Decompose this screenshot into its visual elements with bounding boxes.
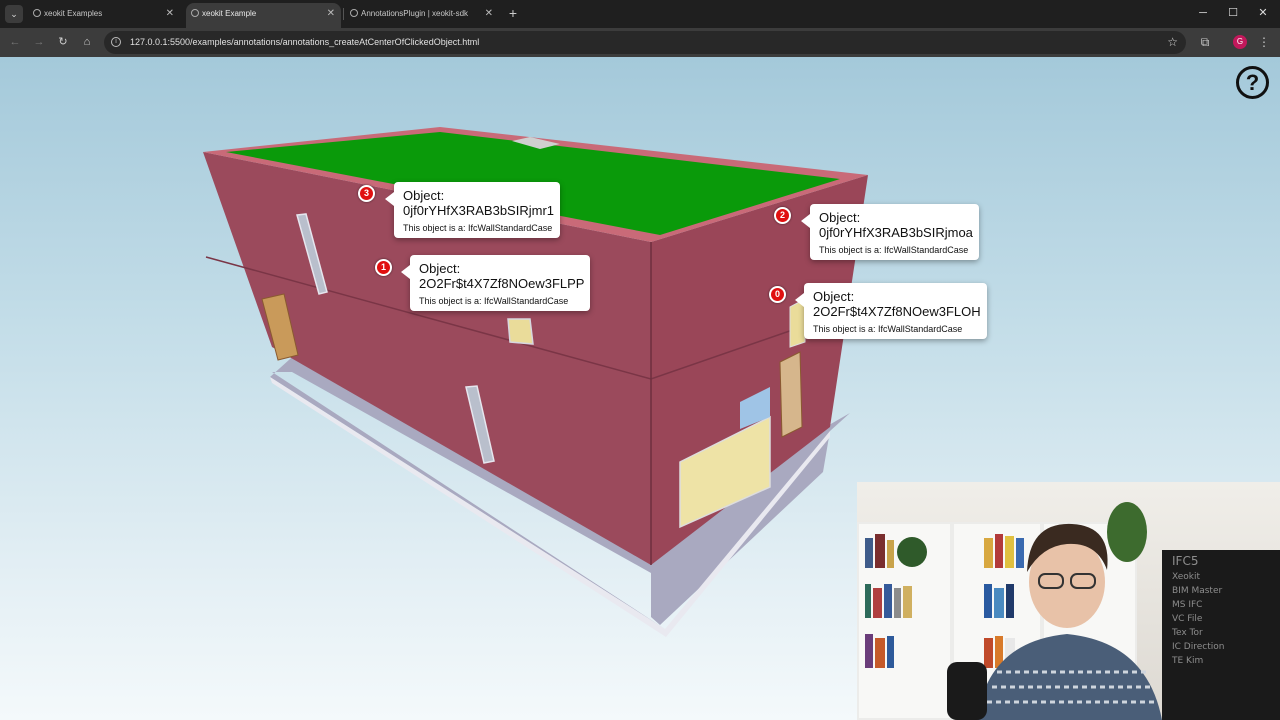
annotation-label-3[interactable]: Object: 0jf0rYHfX3RAB3bSIRjmr1 This obje…: [385, 182, 560, 238]
tab-divider: [343, 8, 344, 20]
annotation-marker-0[interactable]: 0: [769, 286, 786, 303]
tab-search-icon[interactable]: ⌄: [5, 5, 23, 23]
globe-icon: [191, 9, 199, 17]
new-tab-button[interactable]: +: [506, 4, 520, 22]
tab-annotations-plugin[interactable]: AnnotationsPlugin | xeokit-sdk ✕: [345, 3, 499, 28]
door[interactable]: [779, 351, 803, 438]
maximize-icon[interactable]: ☐: [1218, 4, 1248, 22]
close-icon[interactable]: ✕: [485, 3, 493, 24]
window[interactable]: [507, 318, 534, 345]
close-icon[interactable]: ✕: [166, 3, 174, 24]
browser-toolbar: ← → ↻ ⌂ i 127.0.0.1:5500/examples/annota…: [0, 28, 1280, 57]
label-description: This object is a: IfcWallStandardCase: [419, 296, 569, 306]
site-info-icon[interactable]: i: [111, 37, 121, 47]
annotation-label-2[interactable]: Object: 0jf0rYHfX3RAB3bSIRjmoa This obje…: [801, 204, 979, 260]
presenter: [947, 523, 1162, 720]
label-title: Object:: [819, 210, 861, 225]
tab-title: xeokit Example: [202, 9, 257, 18]
url-text[interactable]: 127.0.0.1:5500/examples/annotations/anno…: [130, 31, 479, 54]
close-icon[interactable]: ✕: [327, 3, 335, 24]
address-bar[interactable]: i 127.0.0.1:5500/examples/annotations/an…: [104, 31, 1186, 54]
bookmark-star-icon[interactable]: ☆: [1167, 33, 1178, 52]
label-object-id: 0jf0rYHfX3RAB3bSIRjmoa: [819, 225, 973, 240]
label-description: This object is a: IfcWallStandardCase: [813, 324, 963, 334]
label-title: Object:: [419, 261, 461, 276]
tab-title: xeokit Examples: [44, 9, 103, 18]
annotation-marker-3[interactable]: 3: [358, 185, 375, 202]
annotation-marker-1[interactable]: 1: [375, 259, 392, 276]
browser-menu-icon[interactable]: ⋮: [1258, 33, 1270, 51]
globe-icon: [33, 9, 41, 17]
tab-xeokit-examples[interactable]: xeokit Examples ✕: [28, 3, 180, 28]
label-object-id: 2O2Fr$t4X7Zf8NOew3FLPP: [419, 276, 585, 291]
webcam-overlay: IFC5 Xeokit BIM Master MS IFC VC File Te…: [857, 482, 1280, 720]
home-icon[interactable]: ⌂: [78, 33, 96, 51]
reload-icon[interactable]: ↻: [54, 33, 72, 51]
label-object-id: 0jf0rYHfX3RAB3bSIRjmr1: [403, 203, 554, 218]
label-description: This object is a: IfcWallStandardCase: [403, 223, 553, 233]
globe-icon: [350, 9, 358, 17]
annotation-label-0[interactable]: Object: 2O2Fr$t4X7Zf8NOew3FLOH This obje…: [795, 283, 987, 339]
label-object-id: 2O2Fr$t4X7Zf8NOew3FLOH: [813, 304, 981, 319]
label-title: Object:: [813, 289, 855, 304]
tab-xeokit-example[interactable]: xeokit Example ✕: [186, 3, 341, 28]
extensions-icon[interactable]: ⧉: [1197, 33, 1213, 51]
profile-avatar[interactable]: G: [1233, 35, 1247, 49]
label-title: Object:: [403, 188, 445, 203]
tab-strip: ⌄ xeokit Examples ✕ xeokit Example ✕ Ann…: [0, 0, 1280, 28]
label-description: This object is a: IfcWallStandardCase: [819, 245, 969, 255]
annotation-marker-2[interactable]: 2: [774, 207, 791, 224]
help-button[interactable]: ?: [1236, 66, 1269, 99]
window-close-icon[interactable]: ✕: [1248, 4, 1278, 22]
annotation-label-1[interactable]: Object: 2O2Fr$t4X7Zf8NOew3FLPP This obje…: [400, 255, 591, 311]
forward-icon[interactable]: →: [30, 33, 48, 51]
minimize-icon[interactable]: ─: [1188, 4, 1218, 22]
tab-title: AnnotationsPlugin | xeokit-sdk: [361, 9, 469, 18]
back-icon[interactable]: ←: [6, 33, 24, 51]
plant: [897, 537, 927, 567]
